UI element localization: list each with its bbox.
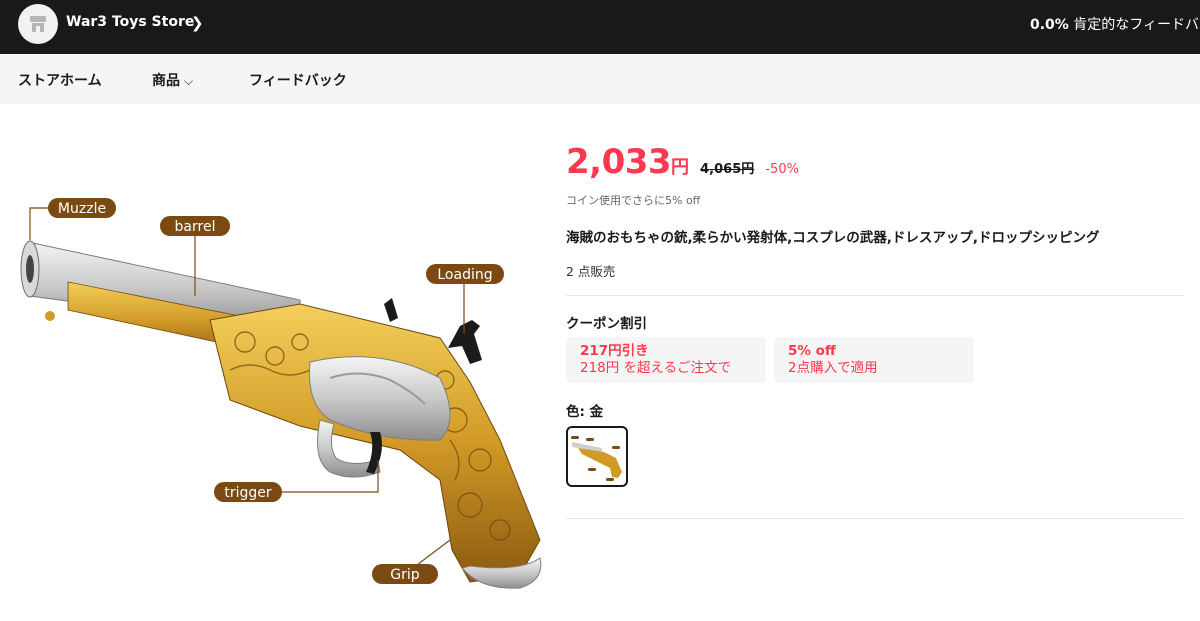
- product-title: 海賊のおもちゃの銃,柔らかい発射体,コスプレの武器,ドレスアップ,ドロップシッピ…: [566, 230, 1100, 246]
- nav-products[interactable]: 商品 ⌵: [152, 70, 193, 90]
- color-label: 色: 金: [566, 404, 604, 420]
- nav-store-home[interactable]: ストアホーム: [18, 70, 102, 90]
- swatch-thumbnail: [571, 436, 622, 481]
- store-feedback-rate: 0.0% 肯定的なフィードバ: [1030, 14, 1199, 34]
- feedback-label: 肯定的なフィードバ: [1073, 17, 1200, 33]
- svg-text:barrel: barrel: [175, 219, 216, 235]
- svg-text:Grip: Grip: [390, 567, 419, 583]
- svg-text:trigger: trigger: [224, 485, 272, 501]
- price-currency: 円: [671, 157, 690, 178]
- product-image[interactable]: Muzzle barrel Loading trigger Grip: [0, 120, 550, 600]
- divider: [566, 518, 1184, 519]
- divider: [566, 295, 1184, 296]
- coupon-card[interactable]: 217円引き 218円 を超えるご注文で: [566, 337, 766, 383]
- nav-products-label: 商品: [152, 73, 180, 89]
- coin-discount-note: コイン使用でさらに5% off: [566, 194, 701, 207]
- color-swatch-gold[interactable]: [566, 426, 628, 487]
- discount-badge: -50%: [765, 162, 799, 177]
- coupon-desc: 2点購入で適用: [788, 360, 878, 376]
- coupon-title: 5% off: [788, 343, 836, 359]
- current-price: 2,033: [566, 142, 672, 182]
- rear-sight: [384, 298, 398, 322]
- store-name-link[interactable]: War3 Toys Store: [66, 14, 194, 30]
- sold-count: 2 点販売: [566, 264, 616, 279]
- original-price: 4,065円: [700, 162, 755, 177]
- store-logo[interactable]: [18, 4, 58, 44]
- store-header: War3 Toys Store ❯ 0.0% 肯定的なフィードバ: [0, 0, 1200, 54]
- feedback-percent: 0.0%: [1030, 17, 1069, 33]
- coupon-title: 217円引き: [580, 343, 649, 359]
- ramrod-tip: [45, 311, 55, 321]
- coupon-card[interactable]: 5% off 2点購入で適用: [774, 337, 974, 383]
- nav-feedback[interactable]: フィードバック: [249, 70, 347, 90]
- store-icon: [30, 16, 46, 32]
- chevron-down-icon: ⌵: [184, 74, 194, 88]
- muzzle-hole: [26, 255, 34, 283]
- label-grip: Grip: [372, 564, 438, 584]
- chevron-right-icon[interactable]: ❯: [191, 14, 204, 32]
- label-trigger: trigger: [214, 482, 282, 502]
- svg-text:Loading: Loading: [437, 267, 492, 283]
- label-barrel: barrel: [160, 216, 230, 236]
- svg-text:Muzzle: Muzzle: [58, 201, 106, 217]
- store-nav: ストアホーム 商品 ⌵ フィードバック: [0, 54, 1200, 104]
- coupon-desc: 218円 を超えるご注文で: [580, 360, 732, 376]
- price-row: 2,033円 4,065円 -50%: [566, 142, 799, 182]
- coupon-heading: クーポン割引: [566, 316, 647, 332]
- label-loading: Loading: [426, 264, 504, 284]
- label-muzzle: Muzzle: [48, 198, 116, 218]
